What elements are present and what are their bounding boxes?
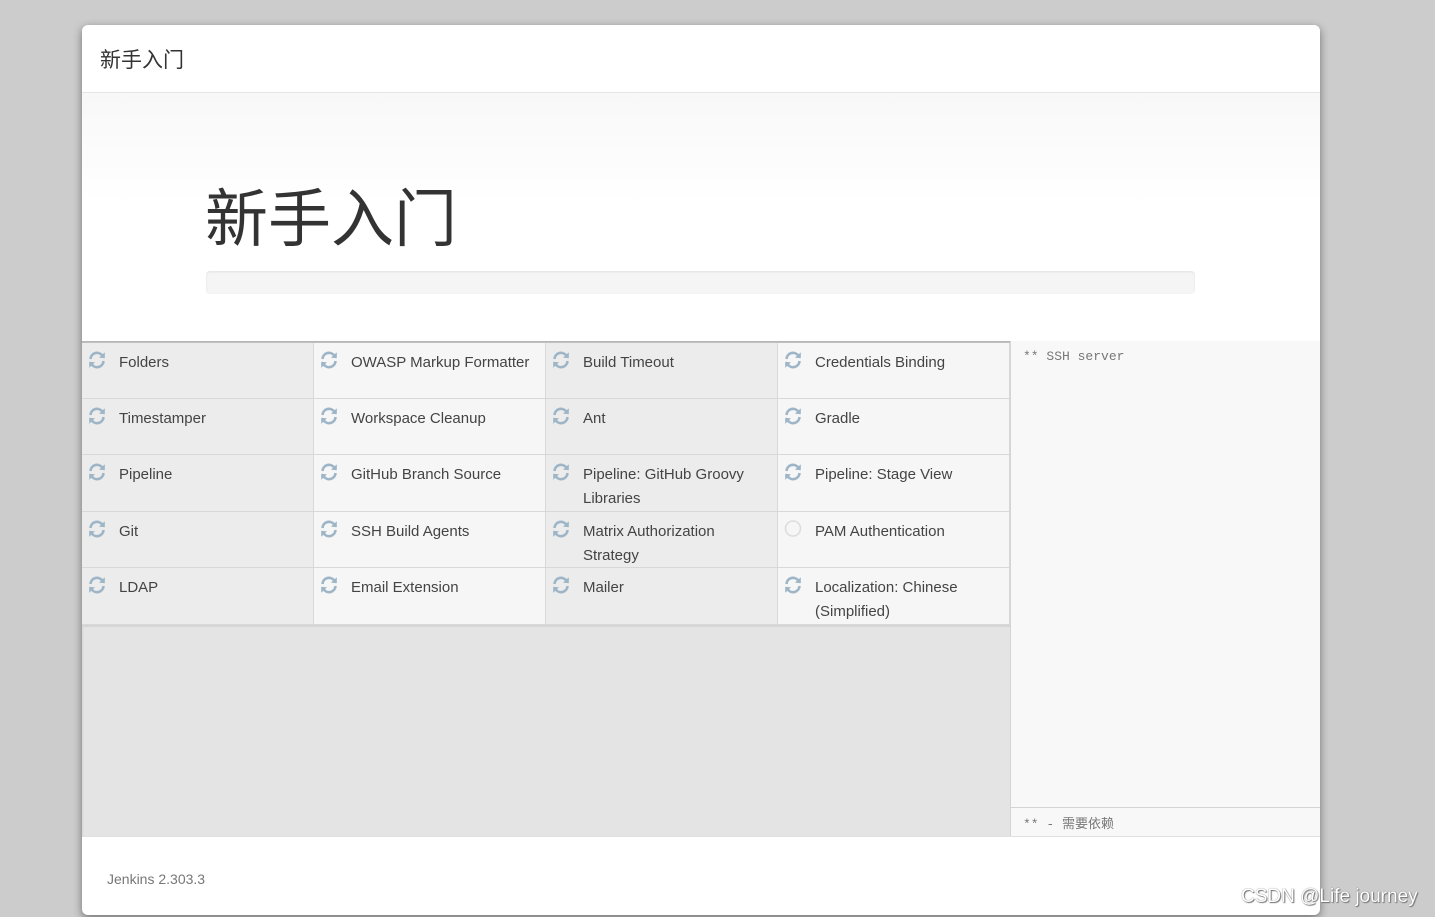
jenkins-version: Jenkins 2.303.3 [107,871,206,887]
plugin-item: Timestamper [82,399,314,455]
dialog-title: 新手入门 [100,48,184,72]
plugin-name: Localization: Chinese (Simplified) [815,579,958,620]
install-progress-bar [206,271,1195,294]
install-log-panel: ** SSH server ** - 需要依赖 [1010,341,1320,836]
refresh-icon [319,462,339,482]
plugin-item: Git [82,512,314,568]
plugin-item: Ant [546,399,778,455]
refresh-icon [87,350,107,370]
refresh-icon [783,350,803,370]
plugin-name: LDAP [119,579,159,596]
plugin-item: Pipeline [82,455,314,512]
install-log-text: ** SSH server [1023,349,1125,364]
refresh-icon [551,519,571,539]
plugin-item: LDAP [82,568,314,625]
install-log-footer: ** - 需要依赖 [1011,807,1320,836]
plugin-item: Localization: Chinese (Simplified) [778,568,1010,625]
plugin-name: Credentials Binding [815,354,946,371]
plugin-item: Mailer [546,568,778,625]
refresh-icon [87,462,107,482]
plugin-item: GitHub Branch Source [314,455,546,512]
plugin-name: PAM Authentication [815,523,945,540]
plugin-name: OWASP Markup Formatter [351,354,530,371]
plugin-name: Build Timeout [583,354,674,371]
plugin-name: Matrix Authorization Strategy [583,523,715,564]
refresh-icon [87,406,107,426]
refresh-icon [783,462,803,482]
plugin-item: SSH Build Agents [314,512,546,568]
plugin-name: Gradle [815,410,861,427]
plugin-item: Gradle [778,399,1010,455]
plugin-name: Pipeline: Stage View [815,466,953,483]
plugin-name: GitHub Branch Source [351,466,502,483]
plugin-name: Pipeline [119,466,173,483]
refresh-icon [783,406,803,426]
dialog-footer: Jenkins 2.303.3 [82,836,1320,915]
plugin-name: Pipeline: GitHub Groovy Libraries [583,466,744,507]
plugin-item: Folders [82,343,314,399]
plugin-name: Folders [119,354,170,371]
watermark: CSDN @Life journey [1241,886,1418,907]
refresh-icon [783,575,803,595]
plugin-item: Workspace Cleanup [314,399,546,455]
plugin-item: Email Extension [314,568,546,625]
refresh-icon [319,406,339,426]
refresh-icon [319,519,339,539]
plugin-install-area: Folders OWASP Markup Formatter Build Timeo… [82,341,1320,836]
refresh-icon [319,575,339,595]
plugin-name: Timestamper [119,410,206,427]
plugin-name: Git [119,523,139,540]
refresh-icon [551,462,571,482]
plugin-list: Folders OWASP Markup Formatter Build Timeo… [82,343,1010,627]
dialog-header: 新手入门 [82,25,1320,93]
plugin-item: Credentials Binding [778,343,1010,399]
plugin-item: Pipeline: GitHub Groovy Libraries [546,455,778,512]
plugin-item: Pipeline: Stage View [778,455,1010,512]
circle-icon [783,519,803,539]
plugin-name: Workspace Cleanup [351,410,486,427]
hero-section: 新手入门 [82,93,1320,341]
plugin-name: Mailer [583,579,624,596]
refresh-icon [319,350,339,370]
refresh-icon [551,575,571,595]
dependency-legend: ** - 需要依赖 [1023,817,1115,832]
hero-title: 新手入门 [205,185,457,255]
plugin-name: Email Extension [351,579,459,596]
setup-wizard-dialog: 新手入门 新手入门 Folders OWASP Markup Formatter B… [82,25,1320,915]
plugin-item: PAM Authentication [778,512,1010,568]
refresh-icon [87,519,107,539]
refresh-icon [551,350,571,370]
plugin-item: OWASP Markup Formatter [314,343,546,399]
refresh-icon [551,406,571,426]
plugin-item: Matrix Authorization Strategy [546,512,778,568]
plugin-name: SSH Build Agents [351,523,470,540]
plugin-name: Ant [583,410,606,427]
refresh-icon [87,575,107,595]
plugin-item: Build Timeout [546,343,778,399]
